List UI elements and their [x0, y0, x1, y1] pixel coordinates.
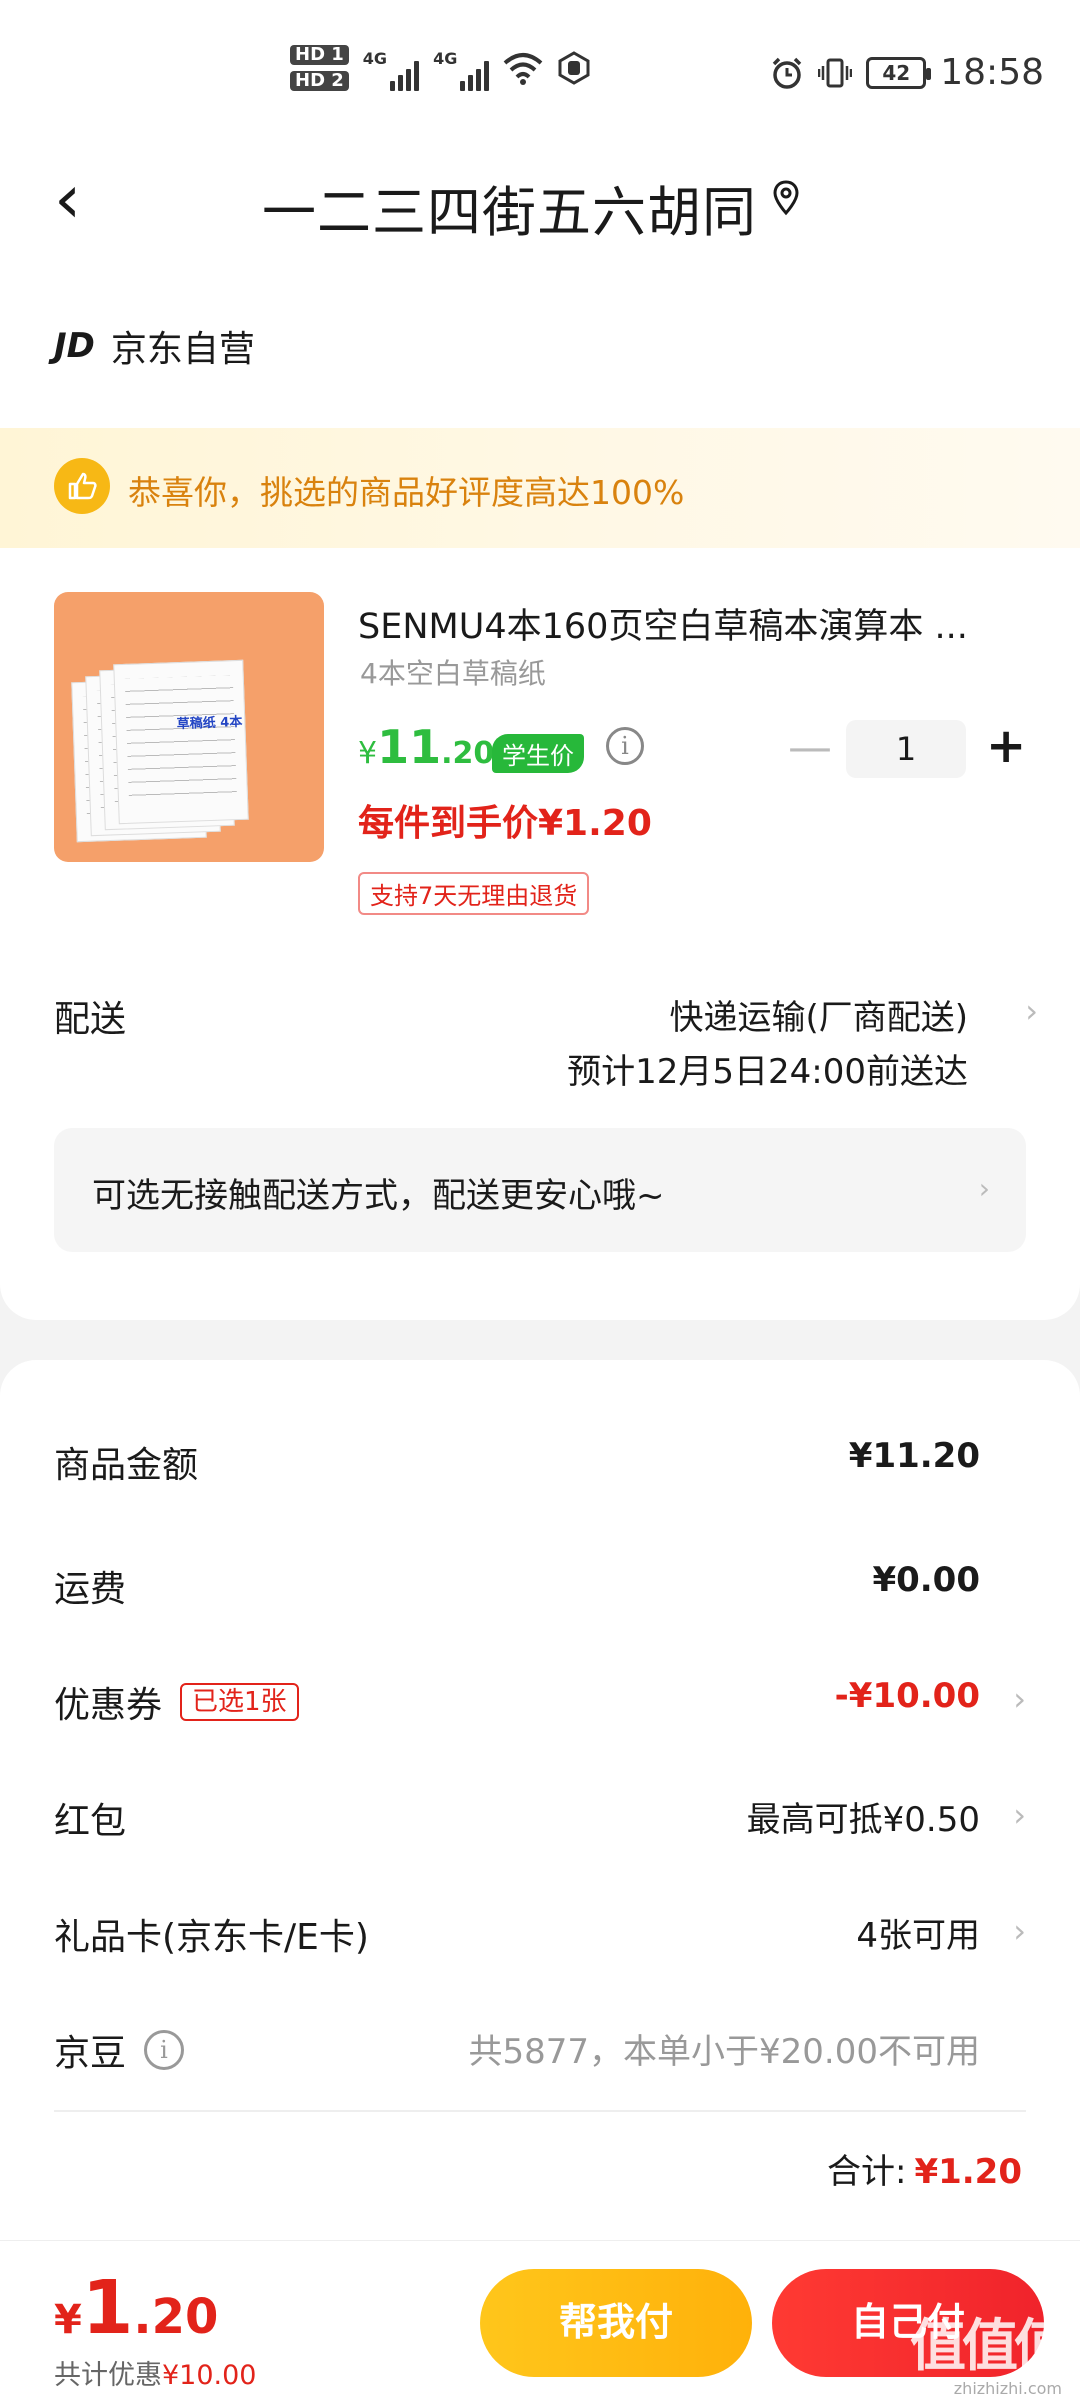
shipping-label: 配送 [54, 999, 127, 1040]
network-type-1: 4G [362, 49, 388, 68]
shipping-eta: 预计12月5日24:00前送达 [567, 1052, 968, 1092]
redpacket-value: 最高可抵¥0.50 [746, 1800, 980, 1840]
quantity-value[interactable]: 1 [846, 720, 966, 778]
chevron-right-icon[interactable]: › [1025, 992, 1038, 1030]
chevron-right-icon: › [1013, 1796, 1026, 1834]
price-decimal: .20 [441, 736, 495, 771]
subtotal-label: 合计: [826, 2152, 907, 2192]
hd2-badge: HD 2 [290, 71, 349, 91]
plus-icon[interactable]: + [986, 722, 1026, 770]
product-title[interactable]: SENMU4本160页空白草稿本演算本 ... [358, 598, 1028, 649]
jingdou-label: 京豆 [54, 2033, 127, 2074]
redpacket-label: 红包 [54, 1801, 127, 1842]
giftcard-label: 礼品卡(京东卡/E卡) [54, 1917, 369, 1958]
freight-row: 运费 ¥0.00 [54, 1560, 1026, 1620]
product-spec[interactable]: 4本空白草稿纸 [360, 652, 546, 692]
jingdou-label-group: 京豆 i [54, 2024, 185, 2076]
checkout-bar: ¥ 1 .20 共计优惠¥10.00 帮我付 自己付 值值值 zhizhizhi… [0, 2240, 1080, 2400]
final-price: ¥ 1 .20 [54, 2265, 218, 2351]
freight-value: ¥0.00 [872, 1560, 980, 1600]
network-type-2: 4G [433, 49, 458, 68]
chevron-right-icon: › [1013, 1912, 1026, 1950]
price-yen: ¥ [358, 736, 378, 771]
subtotal-value: ¥1.20 [914, 2152, 1022, 2192]
shipping-method[interactable]: 快递运输(厂商配送) [669, 990, 968, 1039]
thumbs-up-icon [54, 458, 110, 514]
info-icon[interactable]: i [606, 727, 644, 765]
price-summary-card: 商品金额 ¥11.20 运费 ¥0.00 优惠券 已选1张 -¥10.00 › … [0, 1360, 1080, 2240]
status-right: 42 18:58 [770, 52, 1044, 93]
per-item-price: 每件到手价¥1.20 [358, 803, 652, 844]
total-discount-label: 共计优惠 [54, 2360, 162, 2391]
coupon-row[interactable]: 优惠券 已选1张 -¥10.00 › [54, 1676, 1026, 1736]
total-discount: 共计优惠¥10.00 [54, 2353, 256, 2392]
contactless-delivery-option[interactable]: 可选无接触配送方式，配送更安心哦~ › [54, 1128, 1026, 1252]
clock: 18:58 [940, 52, 1044, 93]
total-discount-value: ¥10.00 [162, 2360, 257, 2391]
watermark-url: zhizhizhi.com [953, 2379, 1062, 2398]
order-card: JD 京东自营 恭喜你，挑选的商品好评度高达100% 草稿纸 4本 SENMU4… [0, 270, 1080, 1320]
coupon-label: 优惠券 [54, 1685, 163, 1726]
giftcard-row[interactable]: 礼品卡(京东卡/E卡) 4张可用 › [54, 1908, 1026, 1968]
chevron-right-icon: › [978, 1172, 990, 1205]
freight-label: 运费 [54, 1569, 127, 1610]
signal-icon: 4G [362, 45, 420, 91]
vibrate-icon [818, 58, 853, 87]
praise-text: 恭喜你，挑选的商品好评度高达100% [128, 473, 685, 512]
student-price-badge: 学生价 [492, 734, 584, 773]
final-price-yen: ¥ [54, 2297, 82, 2343]
jd-logo: JD [54, 326, 95, 366]
help-me-pay-button[interactable]: 帮我付 [480, 2269, 752, 2377]
top-header: ‹ 一二三四街五六胡同 [0, 150, 1080, 270]
goods-amount-label: 商品金额 [54, 1445, 199, 1486]
hd-indicators: HD 1 HD 2 [290, 45, 349, 91]
minus-icon[interactable]: — [788, 726, 832, 770]
delivery-address[interactable]: 一二三四街五六胡同 [262, 168, 757, 247]
goods-amount-row: 商品金额 ¥11.20 [54, 1436, 1026, 1496]
coupon-value: -¥10.00 [834, 1676, 980, 1716]
redpacket-row[interactable]: 红包 最高可抵¥0.50 › [54, 1792, 1026, 1852]
subtotal: 合计: ¥1.20 [827, 2144, 1022, 2193]
back-chevron-icon[interactable]: ‹ [54, 160, 81, 239]
wifi-icon [504, 53, 543, 85]
praise-banner: 恭喜你，挑选的商品好评度高达100% [0, 428, 1080, 548]
contactless-text: 可选无接触配送方式，配送更安心哦~ [92, 1176, 665, 1216]
product-image-tag: 草稿纸 4本 [176, 714, 243, 733]
hd1-badge: HD 1 [290, 45, 349, 65]
coupon-label-group: 优惠券 已选1张 [54, 1676, 299, 1728]
hand-icon [558, 51, 590, 85]
divider [54, 2110, 1026, 2112]
signal-icon-2: 4G [433, 45, 490, 91]
coupon-selected-badge: 已选1张 [180, 1683, 299, 1721]
giftcard-value: 4张可用 [856, 1916, 980, 1956]
store-name: 京东自营 [110, 329, 255, 370]
status-bar: HD 1 HD 2 4G 4G 42 18:58 [0, 0, 1080, 150]
product-image[interactable]: 草稿纸 4本 [54, 592, 324, 862]
location-pin-icon[interactable] [772, 180, 800, 216]
battery-icon: 42 [866, 56, 932, 89]
alarm-icon [773, 57, 802, 89]
jingdou-row: 京豆 i 共5877，本单小于¥20.00不可用 [54, 2024, 1026, 2084]
goods-amount-value: ¥11.20 [848, 1436, 980, 1476]
info-icon[interactable]: i [144, 2030, 185, 2070]
final-price-decimal: .20 [133, 2289, 219, 2345]
price-integer: 11 [377, 720, 442, 774]
product-price: ¥ 11 .20 [358, 720, 494, 774]
watermark-logo: 值值值 [910, 2314, 1070, 2379]
status-left: HD 1 HD 2 4G 4G [290, 45, 591, 91]
jingdou-value: 共5877，本单小于¥20.00不可用 [468, 2032, 981, 2072]
chevron-right-icon: › [1013, 1680, 1026, 1718]
final-price-integer: 1 [81, 2265, 134, 2351]
return-policy-badge: 支持7天无理由退货 [358, 872, 590, 915]
store-header[interactable]: JD 京东自营 [54, 320, 255, 372]
